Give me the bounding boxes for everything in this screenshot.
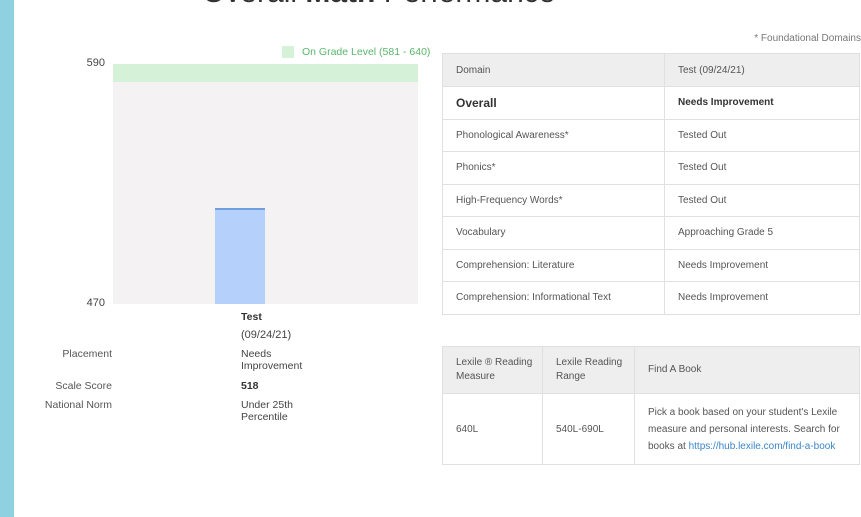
- summary-value-scale-score: 518: [241, 380, 259, 392]
- domain-cell: Vocabulary: [442, 216, 665, 250]
- result-cell: Needs Improvement: [664, 86, 860, 120]
- legend-label: On Grade Level (581 - 640): [302, 46, 431, 58]
- result-cell: Tested Out: [664, 183, 860, 217]
- domain-cell: Phonological Awareness*: [442, 118, 665, 152]
- summary-label-placement: Placement: [62, 348, 112, 360]
- chart-legend: On Grade Level (581 - 640): [282, 46, 430, 58]
- lexile-measure-value: 640L: [442, 393, 543, 465]
- lexile-table: Lexile ® Reading Measure Lexile Reading …: [442, 346, 860, 465]
- summary-value-placement: Needs Improvement: [241, 348, 303, 372]
- table-row: Comprehension: Informational Text Needs …: [442, 281, 860, 315]
- result-cell: Approaching Grade 5: [664, 216, 860, 250]
- bar-test: [215, 208, 266, 304]
- domain-cell: Phonics*: [442, 151, 665, 185]
- performance-chart: 590 470 On Grade Level (581 - 640): [14, 0, 434, 310]
- table-row: Overall Needs Improvement: [442, 86, 860, 120]
- domain-cell: Comprehension: Informational Text: [442, 281, 665, 315]
- y-tick-top: 590: [86, 57, 105, 69]
- result-cell: Tested Out: [664, 118, 860, 152]
- lexile-find-book-link[interactable]: https://hub.lexile.com/find-a-book: [689, 441, 836, 452]
- domain-cell: Overall: [442, 86, 665, 120]
- table-row: Vocabulary Approaching Grade 5: [442, 216, 860, 250]
- result-cell: Tested Out: [664, 151, 860, 185]
- foundational-footnote: * Foundational Domains: [754, 33, 861, 44]
- summary-value-national-norm: Under 25th Percentile: [241, 399, 293, 423]
- table-row: Phonological Awareness* Tested Out: [442, 118, 860, 152]
- report-page: Overall Math Performance 590 470 On Grad…: [14, 0, 861, 517]
- table-row: 640L 540L-690L Pick a book based on your…: [442, 393, 860, 465]
- legend-swatch: [282, 46, 294, 58]
- plot-area: [113, 64, 418, 304]
- table-row: High-Frequency Words* Tested Out: [442, 183, 860, 217]
- domain-table: Domain Test (09/24/21) Overall Needs Imp…: [442, 53, 860, 315]
- domain-cell: High-Frequency Words*: [442, 183, 665, 217]
- lexile-range-value: 540L-690L: [542, 393, 635, 465]
- result-cell: Needs Improvement: [664, 281, 860, 315]
- y-tick-bottom: 470: [86, 297, 105, 309]
- find-book-header: Find A Book: [634, 346, 860, 394]
- summary-label-scale-score: Scale Score: [55, 380, 112, 392]
- test-header: Test (09/24/21): [664, 53, 860, 87]
- domain-header: Domain: [442, 53, 665, 87]
- result-cell: Needs Improvement: [664, 248, 860, 282]
- domain-cell: Comprehension: Literature: [442, 248, 665, 282]
- table-row: Phonics* Tested Out: [442, 151, 860, 185]
- on-grade-band: [113, 64, 418, 82]
- lexile-measure-header: Lexile ® Reading Measure: [442, 346, 543, 394]
- table-row: Comprehension: Literature Needs Improvem…: [442, 248, 860, 282]
- summary-column-title: Test: [241, 311, 262, 323]
- summary-label-national-norm: National Norm: [44, 399, 112, 411]
- find-book-cell: Pick a book based on your student's Lexi…: [634, 393, 860, 465]
- lexile-range-header: Lexile Reading Range: [542, 346, 635, 394]
- summary-column-date: (09/24/21): [241, 329, 292, 341]
